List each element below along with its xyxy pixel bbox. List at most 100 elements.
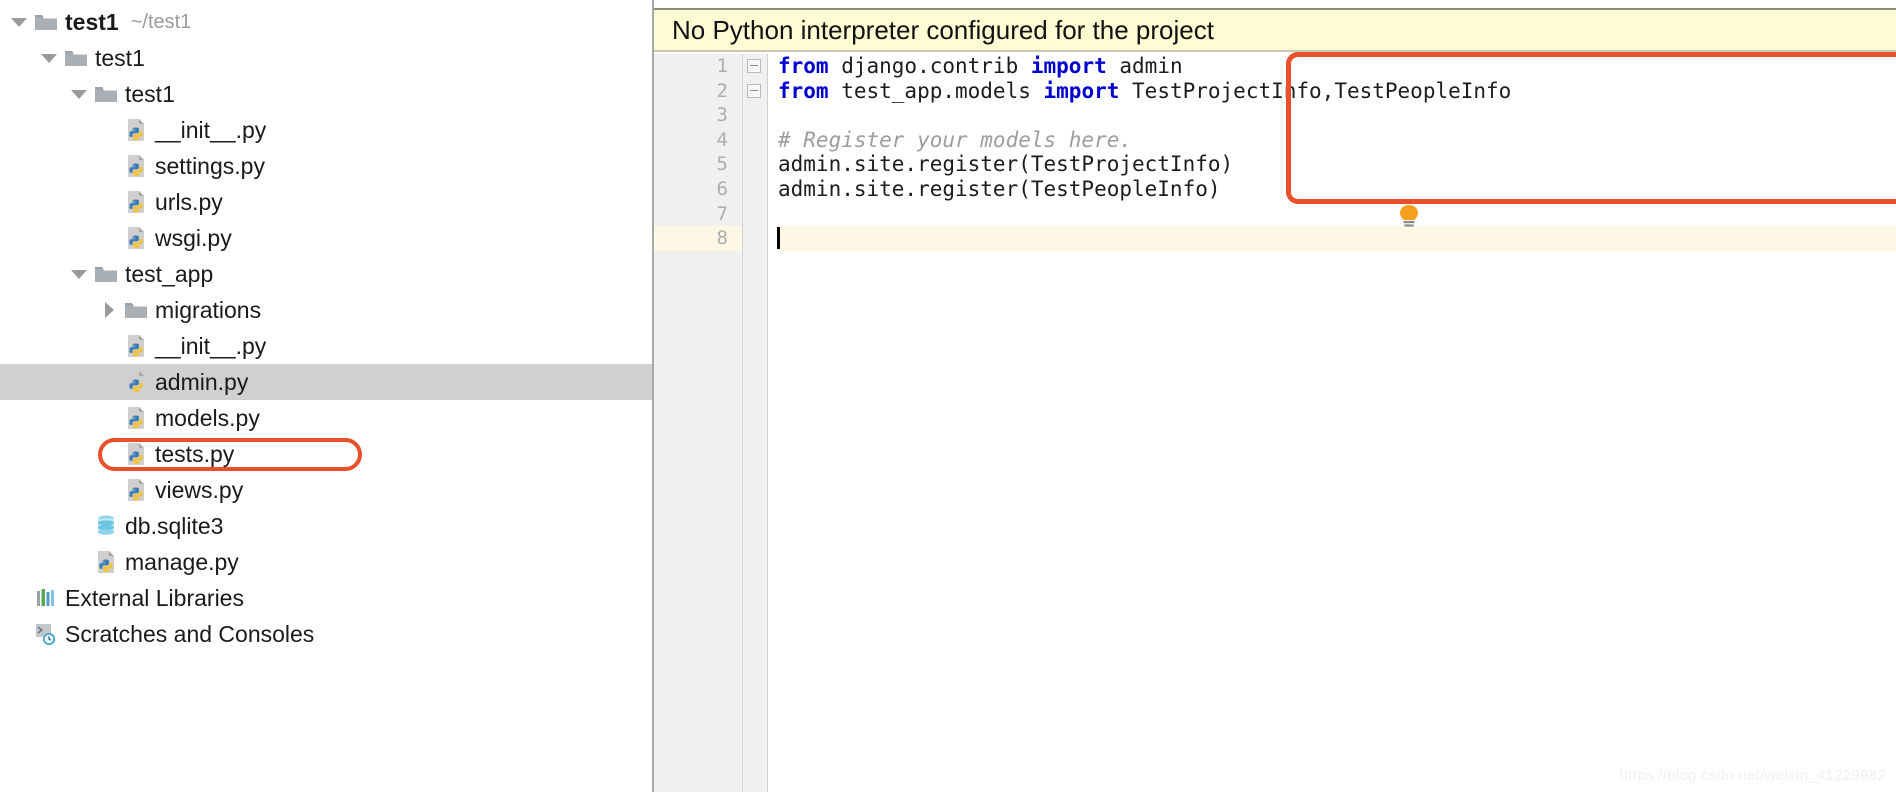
code-text-run: TestProjectInfo,TestPeopleInfo (1132, 78, 1512, 103)
tree-item-test-app[interactable]: test_app (0, 256, 652, 292)
tree-item-label: db.sqlite3 (125, 512, 224, 539)
line-number-gutter[interactable]: 12345678 (654, 54, 743, 792)
chevron-down-icon[interactable] (36, 53, 62, 63)
folder-icon (92, 81, 120, 107)
tree-item-label: views.py (155, 476, 244, 503)
code-text[interactable]: from django.contrib import admin from tes… (768, 54, 1896, 792)
project-tool-window[interactable]: test1 ~/test1 test1 test1 __init__.py setting… (0, 0, 654, 792)
line-number[interactable]: 3 (654, 103, 742, 128)
tree-item-label: test1 (125, 80, 175, 107)
tree-item-label: __init__.py (155, 116, 267, 143)
libraries-icon (32, 585, 60, 611)
fold-marker[interactable] (747, 59, 761, 73)
chevron-down-icon[interactable] (66, 89, 92, 99)
tree-item-admin-py[interactable]: admin.py (0, 364, 652, 400)
database-icon (92, 513, 120, 539)
text-caret (777, 227, 780, 250)
code-text-run: test_app.models (841, 78, 1044, 103)
code-line[interactable] (778, 202, 1896, 227)
python-file-icon (122, 189, 150, 215)
python-file-icon (122, 153, 150, 179)
tree-item-manage-py[interactable]: manage.py (0, 544, 652, 580)
python-file-icon (122, 405, 150, 431)
code-line[interactable]: admin.site.register(TestProjectInfo) (778, 152, 1896, 177)
code-text-run: admin.site.register(TestPeopleInfo) (778, 176, 1221, 201)
code-line[interactable] (777, 226, 1896, 251)
chevron-down-icon[interactable] (66, 269, 92, 279)
tree-item-label: admin.py (155, 368, 249, 395)
code-line[interactable]: from django.contrib import admin (778, 54, 1896, 79)
tree-item-label: migrations (155, 296, 262, 323)
code-text-run: django.contrib (841, 54, 1031, 78)
tree-item-label: tests.py (155, 440, 235, 467)
line-number[interactable]: 2 (654, 79, 742, 104)
python-file-icon (92, 549, 120, 575)
tree-item-models-py[interactable]: models.py (0, 400, 652, 436)
python-file-icon (122, 333, 150, 359)
tree-item-label: test1 (95, 44, 145, 71)
folder-icon (62, 45, 90, 71)
code-keyword: import (1030, 54, 1120, 78)
tree-item-external-libraries[interactable]: External Libraries (0, 580, 652, 616)
chevron-right-icon[interactable] (96, 302, 122, 318)
code-keyword: from (778, 78, 842, 103)
tree-item-views-py[interactable]: views.py (0, 472, 652, 508)
tree-item--init-py[interactable]: __init__.py (0, 328, 652, 364)
tree-item--init-py[interactable]: __init__.py (0, 112, 652, 148)
line-number[interactable]: 8 (654, 226, 742, 251)
tree-item-db-sqlite3[interactable]: db.sqlite3 (0, 508, 652, 544)
line-number[interactable]: 4 (654, 128, 742, 153)
chevron-down-icon[interactable] (6, 17, 32, 27)
code-text-run: admin.site.register(TestProjectInfo) (778, 152, 1234, 177)
tree-item-wsgi-py[interactable]: wsgi.py (0, 220, 652, 256)
code-folding-gutter[interactable] (743, 54, 768, 792)
code-keyword: from (778, 54, 842, 78)
python-file-icon (122, 441, 150, 467)
lightbulb-icon[interactable] (1396, 204, 1422, 228)
code-keyword: import (1043, 78, 1133, 103)
python-file-icon (122, 225, 150, 251)
tree-item-urls-py[interactable]: urls.py (0, 184, 652, 220)
code-line[interactable]: admin.site.register(TestPeopleInfo) (778, 177, 1896, 202)
tree-item-tests-py[interactable]: tests.py (0, 436, 652, 472)
line-number[interactable]: 5 (654, 152, 742, 177)
line-number[interactable]: 7 (654, 202, 742, 227)
tree-item-test1[interactable]: test1 (0, 40, 652, 76)
tree-item-label: test1 (65, 8, 119, 35)
tree-item-label: urls.py (155, 188, 223, 215)
tree-item-label: wsgi.py (155, 224, 232, 251)
no-interpreter-banner[interactable]: No Python interpreter configured for the… (654, 8, 1896, 52)
folder-icon (122, 297, 150, 323)
code-line[interactable] (778, 103, 1896, 128)
python-file-icon (122, 117, 150, 143)
folder-icon (32, 9, 60, 35)
tree-item-label: test_app (125, 260, 214, 287)
tree-item-settings-py[interactable]: settings.py (0, 148, 652, 184)
tree-item-label: manage.py (125, 548, 239, 575)
code-line[interactable]: from test_app.models import TestProjectI… (778, 79, 1896, 104)
tree-item-migrations[interactable]: migrations (0, 292, 652, 328)
tree-item-label: models.py (155, 404, 260, 431)
editor-pane[interactable]: No Python interpreter configured for the… (654, 0, 1896, 792)
banner-text: No Python interpreter configured for the… (672, 14, 1214, 45)
code-area[interactable]: 12345678 from django.contrib import admi… (654, 54, 1896, 792)
tree-item-test1[interactable]: test1 ~/test1 (0, 4, 652, 40)
code-line[interactable]: # Register your models here. (778, 128, 1896, 153)
fold-marker[interactable] (747, 83, 761, 98)
pycharm-window: test1 ~/test1 test1 test1 __init__.py setting… (0, 0, 1896, 792)
watermark: https://blog.csdn.net/weixin_41229982 (1619, 767, 1886, 784)
line-number[interactable]: 6 (654, 177, 742, 202)
tree-item-scratches-and-consoles[interactable]: Scratches and Consoles (0, 616, 652, 652)
python-file-icon (122, 477, 150, 503)
code-comment: # Register your models here. (778, 127, 1133, 152)
tree-item-label: External Libraries (65, 584, 244, 611)
line-number[interactable]: 1 (654, 54, 742, 79)
project-tree[interactable]: test1 ~/test1 test1 test1 __init__.py setting… (0, 0, 652, 652)
python-file-icon (122, 369, 150, 395)
tree-item-path-hint: ~/test1 (130, 10, 192, 33)
folder-icon (92, 261, 120, 287)
code-text-run: admin (1119, 54, 1183, 78)
scratches-icon (32, 621, 60, 647)
tree-item-label: __init__.py (155, 332, 267, 359)
tree-item-test1[interactable]: test1 (0, 76, 652, 112)
